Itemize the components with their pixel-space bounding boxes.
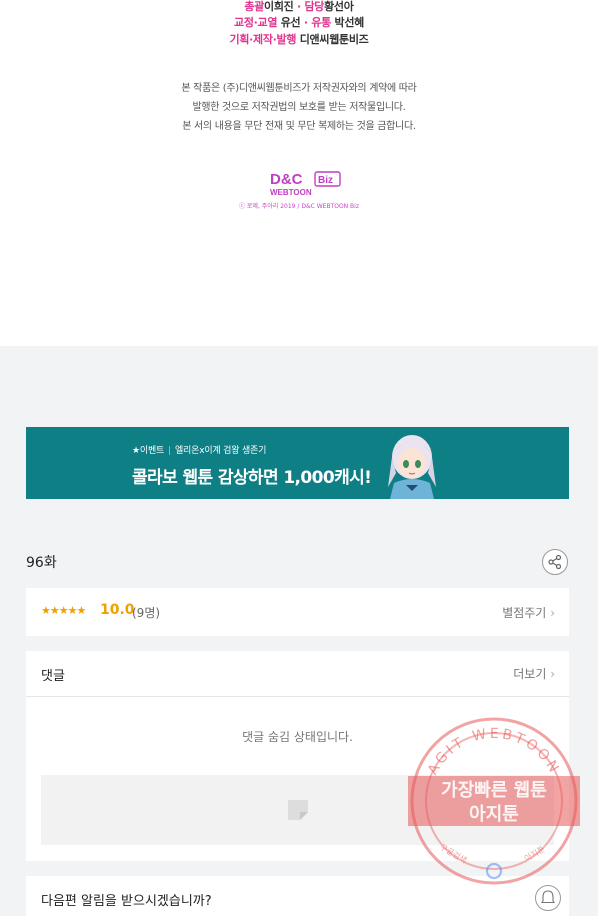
credit-row-3: 기획·제작·발행 디앤씨웹툰비즈 — [229, 33, 369, 46]
comments-hidden-message: 댓글 숨김 상태입니다. — [242, 730, 353, 744]
credits-section: 총괄이희진 · 담당황선아 교정·교열 유선 · 유통 박선혜 기획·제작·발행… — [0, 0, 598, 346]
banner-subtitle: ★이벤트 | 엘리온x이계 검왕 생존기 — [132, 446, 267, 456]
rating-stars: ★★★★★ — [41, 604, 86, 617]
credit-row-2: 교정·교열 유선 · 유통 박선혜 — [234, 16, 364, 29]
comment-input-area[interactable] — [41, 775, 554, 845]
episode-title: 96화 — [26, 555, 57, 571]
dnc-webtoon-biz-logo: D&C Biz WEBTOON — [270, 171, 341, 197]
svg-text:WEBTOON: WEBTOON — [270, 188, 312, 197]
copyright-notice-line-3: 본 서의 내용을 무단 전재 및 무단 복제하는 것을 금합니다. — [182, 121, 416, 132]
copyright-notice-line-1: 본 작품은 (주)디앤씨웹툰비즈가 저작권자와의 계약에 따라 — [181, 83, 417, 94]
copyright-line: ⓒ 로제, 주아리 2019 / D&C WEBTOON Biz — [238, 203, 359, 210]
notify-bell-button[interactable] — [535, 885, 561, 911]
svg-text:D&C: D&C — [270, 171, 303, 188]
chevron-right-icon: › — [550, 667, 555, 681]
comment-placeholder-icon — [288, 800, 308, 820]
banner-character-illustration — [388, 435, 436, 499]
rating-score: 10.0 — [100, 602, 135, 618]
banner-headline: 콜라보 웹툰 감상하면 1,000캐시! — [132, 468, 372, 488]
share-icon — [548, 554, 562, 570]
rate-button[interactable]: 별점주기 › — [502, 604, 555, 621]
rating-votes: (9명) — [132, 606, 161, 620]
next-episode-notify-card: 다음편 알림을 받으시겠습니까? — [26, 876, 569, 916]
share-button[interactable] — [542, 549, 568, 575]
bell-icon — [540, 890, 556, 904]
comments-more-link[interactable]: 더보기 › — [513, 665, 555, 682]
comments-header: 댓글 더보기 › — [26, 651, 569, 697]
credit-row-1: 총괄이희진 · 담당황선아 — [244, 0, 354, 13]
event-banner[interactable]: ★이벤트 | 엘리온x이계 검왕 생존기 콜라보 웹툰 감상하면 1,000캐시! — [26, 427, 569, 499]
svg-text:Biz: Biz — [318, 175, 333, 186]
copyright-notice-line-2: 발행한 것으로 저작권법의 보호를 받는 저작물입니다. — [192, 102, 406, 113]
chevron-right-icon: › — [550, 606, 555, 620]
comments-title: 댓글 — [41, 669, 65, 684]
rating-card: ★★★★★ 10.0 (9명) 별점주기 › — [26, 588, 569, 636]
comments-card: 댓글 더보기 › 댓글 숨김 상태입니다. — [26, 651, 569, 861]
notify-question: 다음편 알림을 받으시겠습니까? — [41, 894, 212, 909]
